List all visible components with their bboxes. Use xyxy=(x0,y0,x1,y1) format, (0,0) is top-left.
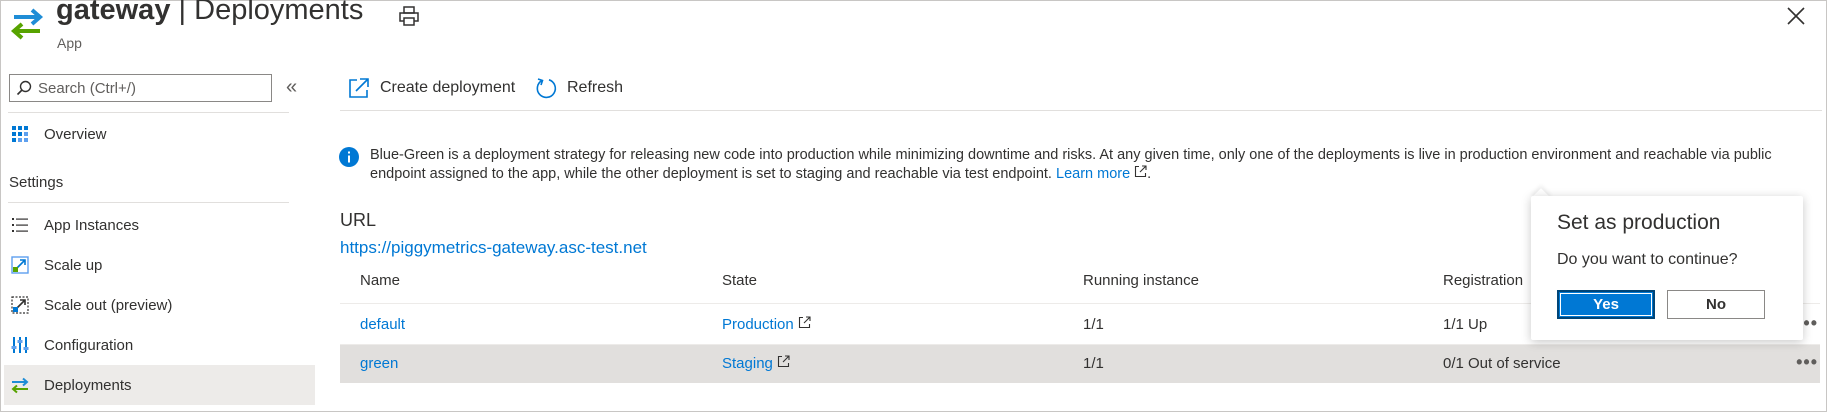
external-link-icon xyxy=(798,316,811,329)
registration-value: 1/1 Up xyxy=(1443,316,1488,333)
sidebar-item-scale-out[interactable]: Scale out (preview) xyxy=(4,285,315,325)
close-icon[interactable] xyxy=(1786,6,1806,26)
column-header-running-instance: Running instance xyxy=(1083,272,1199,289)
configuration-icon xyxy=(10,335,30,355)
toolbar-divider xyxy=(340,110,1822,111)
list-icon xyxy=(10,215,30,235)
sidebar-item-configuration[interactable]: Configuration xyxy=(4,325,315,365)
sidebar-divider xyxy=(8,202,289,203)
refresh-icon xyxy=(536,78,557,99)
sidebar-divider xyxy=(8,112,289,113)
settings-heading: Settings xyxy=(9,174,64,191)
sidebar-item-app-instances[interactable]: App Instances xyxy=(4,205,315,245)
search-icon xyxy=(16,80,32,96)
state-label: Staging xyxy=(722,355,773,372)
collapse-sidebar-button[interactable]: « xyxy=(286,76,297,99)
app-url-link[interactable]: https://piggymetrics-gateway.asc-test.ne… xyxy=(340,238,647,258)
column-header-registration: Registration xyxy=(1443,272,1524,289)
running-instance-value: 1/1 xyxy=(1083,316,1104,333)
open-external-icon xyxy=(349,78,369,98)
info-end: . xyxy=(1147,166,1152,182)
page-title: gateway | Deployments xyxy=(56,0,363,27)
deployment-state-link[interactable]: Production xyxy=(722,316,811,333)
create-deployment-label: Create deployment xyxy=(380,79,516,96)
callout-title: Set as production xyxy=(1557,211,1721,234)
set-production-callout: Set as production Do you want to continu… xyxy=(1531,196,1803,340)
app-swap-arrows-icon xyxy=(10,8,44,40)
app-name: gateway xyxy=(56,0,171,26)
sidebar-item-label: Deployments xyxy=(44,376,132,394)
page-name: Deployments xyxy=(194,0,364,26)
sidebar-item-scale-up[interactable]: Scale up xyxy=(4,245,315,285)
create-deployment-button[interactable]: Create deployment xyxy=(347,76,515,100)
url-label: URL xyxy=(340,210,377,230)
info-message: Blue-Green is a deployment strategy for … xyxy=(370,146,1810,184)
sidebar-item-label: Scale out (preview) xyxy=(44,296,173,314)
refresh-button[interactable]: Refresh xyxy=(534,76,623,100)
sidebar-item-overview[interactable]: Overview xyxy=(4,114,315,154)
info-icon xyxy=(339,147,359,167)
table-row[interactable]: green Staging 1/1 0/1 Out of service ••• xyxy=(340,345,1820,383)
column-header-name: Name xyxy=(360,272,401,289)
deployment-state-link[interactable]: Staging xyxy=(722,355,790,372)
callout-message: Do you want to continue? xyxy=(1557,251,1738,268)
column-header-state: State xyxy=(722,272,758,289)
yes-button[interactable]: Yes xyxy=(1557,290,1655,319)
learn-more-link[interactable]: Learn more xyxy=(1056,165,1147,182)
print-icon[interactable] xyxy=(398,5,420,27)
scale-up-icon xyxy=(10,255,30,275)
deployment-name-link[interactable]: green xyxy=(360,355,398,372)
state-label: Production xyxy=(722,316,794,333)
title-separator: | xyxy=(178,0,187,26)
no-button[interactable]: No xyxy=(1667,290,1765,319)
sidebar-item-label: App Instances xyxy=(44,216,140,234)
sidebar-item-label: Scale up xyxy=(44,256,103,274)
search-input[interactable] xyxy=(38,76,268,100)
external-link-icon xyxy=(1135,165,1147,178)
refresh-label: Refresh xyxy=(567,79,624,96)
scale-out-icon xyxy=(10,295,30,315)
page-subtitle: App xyxy=(57,35,82,51)
registration-value: 0/1 Out of service xyxy=(1443,355,1561,372)
external-link-icon xyxy=(777,355,790,368)
row-more-actions-button[interactable]: ••• xyxy=(1796,352,1818,373)
deployments-icon xyxy=(10,375,30,395)
deployment-name-link[interactable]: default xyxy=(360,316,405,333)
sidebar-item-deployments[interactable]: Deployments xyxy=(4,365,315,405)
sidebar-item-label: Overview xyxy=(44,125,107,143)
learn-more-label: Learn more xyxy=(1056,166,1131,182)
search-box[interactable] xyxy=(9,74,272,102)
overview-icon xyxy=(10,124,30,144)
running-instance-value: 1/1 xyxy=(1083,355,1104,372)
sidebar-item-label: Configuration xyxy=(44,336,134,354)
